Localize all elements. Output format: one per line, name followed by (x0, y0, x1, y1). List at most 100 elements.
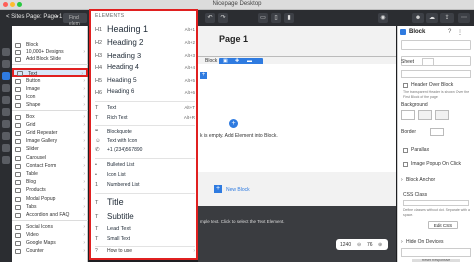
publish-icon[interactable]: ☁ (426, 13, 438, 23)
width-readout[interactable]: 1240 (340, 242, 351, 248)
panel-item-button[interactable]: Button › (12, 78, 88, 84)
panel-item-tabs[interactable]: Tabs › (12, 204, 88, 210)
chevron-right-icon: › (83, 179, 85, 185)
icon-list-item[interactable]: • Icon List (95, 172, 195, 179)
panel-item-label: Counter (26, 248, 44, 254)
panel-item-products[interactable]: Products › (12, 187, 88, 193)
redo-button[interactable]: ↷ (218, 13, 228, 23)
pages-icon[interactable] (2, 60, 10, 68)
numbered-list-item[interactable]: 1 Numbered List (95, 182, 195, 189)
sites-back-link[interactable]: < Sites (6, 14, 25, 20)
sheet-label: Sheet (401, 59, 415, 65)
subtitle-item[interactable]: T Subtitle (95, 212, 195, 222)
edit-css-button[interactable]: Edit CSS (428, 221, 458, 229)
zoom-percent[interactable]: 76 (367, 242, 373, 248)
blockquote-item[interactable]: ❝ Blockquote (95, 129, 195, 136)
phone-item[interactable]: ✆ +1 (234)567890 (95, 147, 195, 154)
panel-item-shape[interactable]: Shape › (12, 102, 88, 108)
video-icon (15, 233, 21, 238)
background-image-button[interactable] (418, 110, 432, 120)
font-icon[interactable] (2, 84, 10, 92)
zoom-out-icon[interactable]: ⊖ (357, 242, 361, 248)
settings-icon[interactable]: ⋯ (458, 13, 470, 23)
css-class-input[interactable] (403, 200, 469, 206)
zoom-in-icon[interactable]: ⊕ (378, 242, 382, 248)
help-icon[interactable] (2, 156, 10, 164)
heading-5-item[interactable]: H5 Heading 5 Alt+5 (95, 77, 195, 85)
empty-block[interactable] (198, 64, 396, 172)
shapes-icon[interactable] (2, 108, 10, 116)
panel-item-grid-repeater[interactable]: Grid Repeater › (12, 130, 88, 136)
layers-icon[interactable] (2, 120, 10, 128)
heading-2-item[interactable]: H2 Heading 2 Alt+2 (95, 38, 195, 48)
help-icon[interactable]: ? (448, 29, 451, 35)
add-element-plus-icon[interactable]: + (229, 119, 238, 128)
undo-button[interactable]: ↶ (205, 13, 215, 23)
panel-item-text[interactable]: Text › (12, 68, 88, 77)
preview-button[interactable]: ◉ (378, 13, 388, 23)
background-video-button[interactable] (435, 110, 449, 120)
header-over-block-checkbox[interactable] (403, 83, 408, 88)
height-controls[interactable] (401, 70, 471, 78)
shortcut-key: Alt+6 (184, 90, 195, 95)
export-icon[interactable]: ⇪ (440, 13, 454, 23)
panel-item-designs[interactable]: 10,000+ Designs › (12, 49, 88, 55)
bulleted-list-item[interactable]: • Bulleted List (95, 162, 195, 169)
panel-item-image[interactable]: Image › (12, 86, 88, 92)
lead-text-item[interactable]: T Lead Text (95, 226, 195, 233)
layout-buttons[interactable] (401, 40, 471, 50)
user-icon[interactable]: ☻ (412, 13, 424, 23)
text-tool-icon[interactable] (2, 72, 10, 80)
site-icon[interactable] (2, 48, 10, 56)
panel-item-video[interactable]: Video › (12, 232, 88, 238)
panel-item-table[interactable]: Table › (12, 171, 88, 177)
theme-icon[interactable] (2, 144, 10, 152)
phone-view-button[interactable]: ▮ (284, 13, 294, 23)
new-block-plus-icon[interactable]: + (214, 185, 222, 193)
panel-item-contact-form[interactable]: Contact Form › (12, 163, 88, 169)
panel-item-counter[interactable]: Counter › (12, 248, 88, 254)
how-to-use-link[interactable]: ? How to use › (95, 248, 195, 255)
add-block-plus-icon[interactable]: + (200, 72, 207, 79)
image-tool-icon[interactable] (2, 96, 10, 104)
panel-item-social-icons[interactable]: Social Icons › (12, 224, 88, 230)
border-selector[interactable] (430, 128, 444, 136)
sheet-selector[interactable] (422, 58, 434, 66)
elements-flyout: ELEMENTS H1 Heading 1 Alt+1 H2 Heading 2… (89, 9, 198, 260)
heading-1-item[interactable]: H1 Heading 1 Alt+1 (95, 24, 195, 35)
block-anchor-toggle[interactable]: › (401, 177, 403, 183)
find-element-input[interactable]: Find elem (63, 13, 87, 27)
page-chevron-icon[interactable]: ▾ (56, 14, 59, 20)
small-text-item[interactable]: T Small Text (95, 236, 195, 243)
panel-item-grid[interactable]: Grid › (12, 122, 88, 128)
panel-item-modal-popup[interactable]: Modal Popup › (12, 196, 88, 202)
desktop-view-button[interactable]: ▭ (258, 13, 268, 23)
panel-item-accordion[interactable]: Accordion and FAQ › (12, 212, 88, 218)
panel-item-block[interactable]: Block (12, 42, 88, 48)
background-color-swatch[interactable] (401, 110, 415, 120)
heading-4-item[interactable]: H4 Heading 4 Alt+4 (95, 64, 195, 73)
panel-item-slider[interactable]: Slider › (12, 146, 88, 152)
title-item[interactable]: T Title (95, 197, 195, 209)
hide-devices-toggle[interactable]: › (401, 239, 403, 245)
more-options-icon[interactable]: ⋮ (457, 29, 463, 36)
panel-item-blog[interactable]: Blog › (12, 179, 88, 185)
panel-item-carousel[interactable]: Carousel › (12, 155, 88, 161)
panel-item-icon[interactable]: Icon › (12, 94, 88, 100)
panel-item-image-gallery[interactable]: Image Gallery › (12, 138, 88, 144)
panel-item-google-maps[interactable]: Google Maps › (12, 240, 88, 246)
text-with-icon-item[interactable]: ☺ Text with Icon (95, 138, 195, 145)
settings-gear-icon[interactable] (2, 132, 10, 140)
accordion-icon (15, 213, 21, 218)
parallax-checkbox[interactable] (403, 148, 408, 153)
text-item[interactable]: T Text Alt+T (95, 105, 195, 112)
heading-3-item[interactable]: H3 Heading 3 Alt+3 (95, 51, 195, 60)
heading-6-item[interactable]: H6 Heading 6 Alt+6 (95, 89, 195, 97)
tablet-view-button[interactable]: ▯ (271, 13, 281, 23)
new-block-link[interactable]: New Block (226, 187, 250, 193)
rich-text-item[interactable]: T Rich Text Alt+R (95, 115, 195, 122)
device-toggles[interactable] (401, 248, 471, 257)
image-popup-checkbox[interactable] (403, 162, 408, 167)
panel-item-box[interactable]: Box › (12, 114, 88, 120)
panel-item-add-block-slide[interactable]: Add Block Slide (12, 56, 88, 62)
